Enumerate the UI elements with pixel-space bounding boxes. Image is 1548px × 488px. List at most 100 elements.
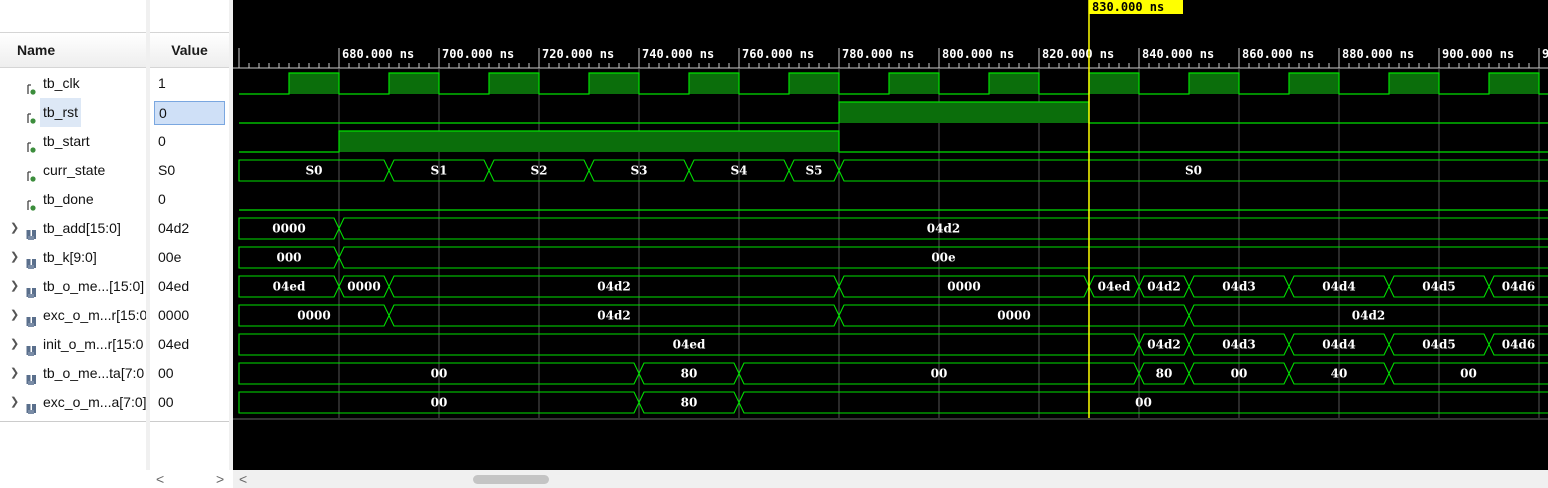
signal-name: tb_rst xyxy=(40,98,82,127)
signal-value-row[interactable]: 0 xyxy=(150,98,229,127)
signal-row[interactable]: tb_rst xyxy=(0,98,146,127)
signal-row[interactable]: ❯ exc_o_m...r[15:0 xyxy=(0,301,147,330)
signal-row[interactable]: ❯ tb_add[15:0] xyxy=(0,214,146,243)
bus-signal-icon xyxy=(26,367,38,385)
clock-high-fill xyxy=(1189,73,1239,94)
expand-chevron-icon[interactable]: ❯ xyxy=(10,272,19,301)
signal-name: tb_k[9:0] xyxy=(43,249,97,265)
ruler-tick-label: 680.000 ns xyxy=(342,47,414,61)
signal-row[interactable]: ❯ tb_o_me...[15:0] xyxy=(0,272,146,301)
expand-chevron-icon[interactable]: ❯ xyxy=(10,214,19,243)
bus-signal-icon xyxy=(26,280,38,298)
signal-value-row[interactable]: 0 xyxy=(150,127,229,156)
clock-high-fill xyxy=(989,73,1039,94)
signal-value-row[interactable]: 0 xyxy=(150,185,229,214)
signal-row[interactable]: ❯ init_o_m...r[15:0 xyxy=(0,330,146,359)
clock-high-fill xyxy=(789,73,839,94)
signal-value: S0 xyxy=(158,162,176,178)
signal-name: exc_o_m...a[7:0] xyxy=(43,394,147,410)
signal-value: 1 xyxy=(158,75,166,91)
bus-value-label: 00 xyxy=(431,396,448,410)
ruler-tick-label: 760.000 ns xyxy=(742,47,814,61)
signal-value: 0 xyxy=(158,191,166,207)
signal-value-row[interactable]: 00 xyxy=(150,359,229,388)
signal-value-row[interactable]: 0000 xyxy=(150,301,229,330)
signal-row[interactable]: ❯ tb_k[9:0] xyxy=(0,243,146,272)
waveform-canvas[interactable]: 680.000 ns 700.000 ns 720.000 ns 740.000 ns… xyxy=(233,0,1548,470)
signal-value-row[interactable]: 1 xyxy=(150,69,229,98)
bus-value-label: 0000 xyxy=(347,280,380,294)
value-panel-divider xyxy=(150,421,229,422)
expand-chevron-icon[interactable]: ❯ xyxy=(10,330,19,359)
clock-high-fill xyxy=(489,73,539,94)
bus-signal-icon xyxy=(26,251,38,269)
signal-row[interactable]: tb_start xyxy=(0,127,146,156)
signal-value: 0 xyxy=(154,101,225,125)
bus-value-label: 04d2 xyxy=(597,309,630,323)
signal-value: 0 xyxy=(158,133,166,149)
scroll-right-arrow-icon[interactable]: > xyxy=(216,470,224,488)
expand-chevron-icon[interactable]: ❯ xyxy=(10,243,19,272)
bus-signal-icon xyxy=(26,222,38,240)
bit-high-fill xyxy=(339,131,839,152)
value-column-header[interactable]: Value xyxy=(150,32,229,68)
bus-value-label: 00 xyxy=(1135,396,1152,410)
ruler-tick-label: 820.000 ns xyxy=(1042,47,1114,61)
bus-value-label: 00 xyxy=(1460,367,1477,381)
bit-signal-icon xyxy=(26,193,38,211)
bus-value-label: 0000 xyxy=(272,222,305,236)
signal-row[interactable]: tb_clk xyxy=(0,69,146,98)
signal-row[interactable]: tb_done xyxy=(0,185,146,214)
clock-high-fill xyxy=(389,73,439,94)
signal-value-row[interactable]: 04d2 xyxy=(150,214,229,243)
signal-value: 00 xyxy=(158,394,174,410)
bus-value-label: 000 xyxy=(276,251,301,265)
ruler-tick-label: 860.000 ns xyxy=(1242,47,1314,61)
ruler-tick-label: 700.000 ns xyxy=(442,47,514,61)
bus-signal-icon xyxy=(26,309,38,327)
bus-signal-icon xyxy=(26,338,38,356)
signal-value-row[interactable]: 04ed xyxy=(150,272,229,301)
signal-value: 04d2 xyxy=(158,220,190,236)
scroll-left-arrow-icon[interactable]: < xyxy=(239,470,247,488)
clock-high-fill xyxy=(1089,73,1139,94)
bus-value-label: 04d3 xyxy=(1222,338,1255,352)
bus-value-label: S5 xyxy=(805,164,822,178)
signal-value: 04ed xyxy=(158,278,190,294)
clock-high-fill xyxy=(289,73,339,94)
ruler-tick-label: 920.000 ns xyxy=(1542,47,1548,61)
expand-chevron-icon[interactable]: ❯ xyxy=(10,388,19,417)
bus-value-label: 04ed xyxy=(1098,280,1131,294)
signal-row[interactable]: curr_state xyxy=(0,156,146,185)
ruler-tick-label: 840.000 ns xyxy=(1142,47,1214,61)
signal-value-row[interactable]: 00e xyxy=(150,243,229,272)
signal-row[interactable]: ❯ tb_o_me...ta[7:0 xyxy=(0,359,146,388)
expand-chevron-icon[interactable]: ❯ xyxy=(10,301,19,330)
bus-value-label: 00 xyxy=(931,367,948,381)
scrollbar-thumb[interactable] xyxy=(473,475,549,484)
signal-value: 00 xyxy=(158,365,174,381)
bus-value-label: 0000 xyxy=(297,309,330,323)
name-column-header[interactable]: Name xyxy=(0,32,146,68)
signal-value-row[interactable]: 04ed xyxy=(150,330,229,359)
signal-name: tb_start xyxy=(43,133,90,149)
signal-value: 0000 xyxy=(158,307,190,323)
clock-high-fill xyxy=(1489,73,1539,94)
bus-value-label: 04d4 xyxy=(1322,280,1355,294)
bus-value-label: 04d2 xyxy=(1147,280,1180,294)
signal-value: 04ed xyxy=(158,336,190,352)
bus-value-label: S1 xyxy=(430,164,447,178)
signal-value-row[interactable]: S0 xyxy=(150,156,229,185)
signal-row[interactable]: ❯ exc_o_m...a[7:0] xyxy=(0,388,147,417)
clock-high-fill xyxy=(689,73,739,94)
bus-value-label: 04d5 xyxy=(1422,338,1455,352)
signal-value-row[interactable]: 00 xyxy=(150,388,229,417)
scroll-left-arrow-icon[interactable]: < xyxy=(156,470,164,488)
horizontal-scrollbar[interactable]: < xyxy=(233,470,1548,488)
expand-chevron-icon[interactable]: ❯ xyxy=(10,359,19,388)
name-panel: Name tb_clk tb_rst tb_start curr_state tb_do… xyxy=(0,0,147,488)
waveform-panel[interactable]: 680.000 ns 700.000 ns 720.000 ns 740.000 ns… xyxy=(233,0,1548,470)
bus-value-label: 04d2 xyxy=(597,280,630,294)
clock-high-fill xyxy=(1389,73,1439,94)
clock-high-fill xyxy=(889,73,939,94)
